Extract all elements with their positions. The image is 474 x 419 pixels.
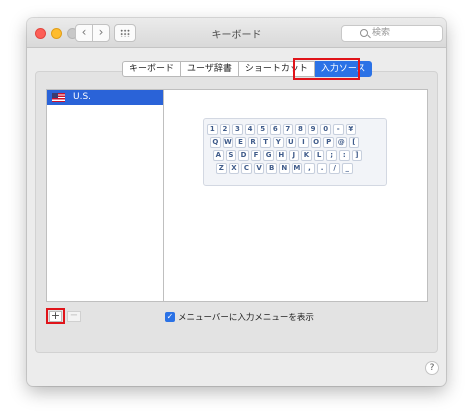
keyboard-key: 3	[232, 124, 243, 135]
keyboard-row: A S D F G H J K L;:]	[213, 150, 363, 161]
search-field[interactable]: 検索	[341, 25, 443, 42]
keyboard-key: :	[338, 150, 350, 161]
add-button-highlight-box	[46, 308, 65, 324]
keyboard-key: _	[341, 163, 353, 174]
keyboard-key: N	[278, 163, 290, 174]
keyboard-key: H	[275, 150, 287, 161]
keyboard-key: A	[213, 150, 224, 161]
keyboard-key: R	[247, 137, 259, 148]
keyboard-layout-preview: 1 2 3 4 5 6 7 8 9 0- ¥ Q W E R T Y U I O P @[ A S D F G H J K L;:] Z X C V…	[203, 118, 387, 186]
keyboard-key: X	[228, 163, 240, 174]
keyboard-key: .	[316, 163, 328, 174]
keyboard-key: 1	[207, 124, 218, 135]
keyboard-key: D	[238, 150, 249, 161]
us-flag-icon	[52, 93, 65, 102]
keyboard-key: U	[285, 137, 297, 148]
keyboard-key: Q	[210, 137, 221, 148]
keyboard-key: @	[335, 137, 347, 148]
keyboard-row: Q W E R T Y U I O P @[	[210, 137, 360, 148]
keyboard-key: ¥	[345, 124, 357, 135]
keyboard-key: G	[263, 150, 274, 161]
keyboard-key: K	[301, 150, 312, 161]
keyboard-key: ;	[326, 150, 337, 161]
help-button[interactable]: ?	[425, 361, 439, 375]
keyboard-key: ,	[304, 163, 315, 174]
keyboard-key: ]	[351, 150, 363, 161]
keyboard-key: [	[348, 137, 360, 148]
show-input-menu-option[interactable]: ✓ メニューバーに入力メニューを表示	[165, 311, 314, 323]
keyboard-key: -	[332, 124, 344, 135]
keyboard-key: 4	[244, 124, 256, 135]
search-placeholder: 検索	[372, 28, 391, 38]
remove-input-source-button[interactable]: −	[67, 311, 81, 322]
keyboard-key: V	[253, 163, 265, 174]
tab-user-dictionary[interactable]: ユーザ辞書	[181, 61, 239, 77]
keyboard-key: I	[298, 137, 309, 148]
title-bar: ‹ › キーボード 検索	[27, 18, 446, 48]
keyboard-key: 0	[320, 124, 331, 135]
keyboard-key: 5	[257, 124, 268, 135]
keyboard-key: 6	[269, 124, 281, 135]
tab-keyboard[interactable]: キーボード	[122, 61, 182, 77]
input-source-label: U.S.	[73, 92, 92, 102]
keyboard-key: L	[313, 150, 325, 161]
keyboard-key: 8	[295, 124, 306, 135]
keyboard-key: C	[241, 163, 252, 174]
input-source-list[interactable]: U.S.	[46, 89, 164, 302]
keyboard-key: Y	[272, 137, 284, 148]
keyboard-key: O	[310, 137, 322, 148]
keyboard-key: E	[235, 137, 246, 148]
preferences-window: ‹ › キーボード 検索 キーボード ユーザ辞書 ショートカット 入力ソース U…	[27, 18, 446, 386]
keyboard-key: M	[291, 163, 303, 174]
keyboard-key: B	[266, 163, 277, 174]
keyboard-key: P	[323, 137, 334, 148]
keyboard-key: 9	[307, 124, 319, 135]
show-input-menu-checkbox[interactable]: ✓	[165, 312, 175, 322]
keyboard-key: 2	[219, 124, 231, 135]
keyboard-key: F	[250, 150, 262, 161]
keyboard-key: 7	[282, 124, 294, 135]
show-input-menu-label: メニューバーに入力メニューを表示	[178, 313, 314, 323]
keyboard-key: W	[222, 137, 234, 148]
keyboard-key: T	[260, 137, 271, 148]
keyboard-key: J	[288, 150, 300, 161]
keyboard-key: S	[225, 150, 237, 161]
keyboard-key: Z	[216, 163, 227, 174]
tab-highlight-box	[293, 58, 360, 80]
keyboard-row: Z X C V B N M,. / _	[216, 163, 353, 174]
list-item[interactable]: U.S.	[47, 90, 163, 105]
keyboard-key: /	[329, 163, 340, 174]
keyboard-row: 1 2 3 4 5 6 7 8 9 0- ¥	[207, 124, 357, 135]
search-icon	[360, 29, 368, 37]
